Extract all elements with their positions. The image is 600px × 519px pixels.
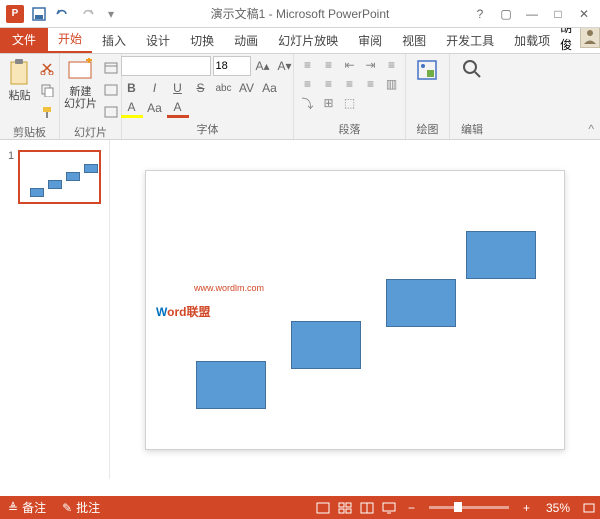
ribbon: 粘贴 剪贴板 新建 幻灯片 幻灯片 xyxy=(0,54,600,140)
drawing-button[interactable] xyxy=(411,56,445,86)
slide-canvas[interactable]: www.wordlm.com Word联盟 xyxy=(110,140,600,479)
watermark-url: www.wordlm.com xyxy=(194,283,264,293)
group-font: 字体 xyxy=(128,119,287,139)
slide-thumbnail-1[interactable] xyxy=(18,150,101,204)
qat-more[interactable]: ▾ xyxy=(100,3,122,25)
grow-font-button[interactable]: A▴ xyxy=(253,56,273,76)
shape-rect-1[interactable] xyxy=(196,361,266,409)
editing-button[interactable] xyxy=(457,56,487,82)
smartart-button[interactable]: ⬚ xyxy=(340,94,360,112)
thumb-number: 1 xyxy=(8,150,14,204)
tab-review[interactable]: 审阅 xyxy=(348,28,392,53)
redo-button[interactable] xyxy=(76,3,98,25)
bullets-button[interactable]: ≡ xyxy=(298,56,318,74)
reading-view-button[interactable] xyxy=(356,498,378,518)
indent-inc-button[interactable]: ⇥ xyxy=(361,56,381,74)
shrink-font-button[interactable]: A▾ xyxy=(275,56,295,76)
slide[interactable]: www.wordlm.com Word联盟 xyxy=(145,170,565,450)
zoom-slider[interactable] xyxy=(429,506,509,509)
group-paragraph: 段落 xyxy=(300,119,399,139)
reset-button[interactable] xyxy=(101,80,121,100)
zoom-out-button[interactable]: − xyxy=(400,501,423,515)
tab-animations[interactable]: 动画 xyxy=(224,28,268,53)
slide-thumbnails: 1 xyxy=(0,140,110,479)
group-slides: 幻灯片 xyxy=(66,122,115,142)
shape-rect-4[interactable] xyxy=(466,231,536,279)
shape-rect-3[interactable] xyxy=(386,279,456,327)
save-button[interactable] xyxy=(28,3,50,25)
fit-button[interactable] xyxy=(578,498,600,518)
font-size-combo[interactable] xyxy=(213,56,251,76)
align-text-button[interactable]: ⊞ xyxy=(319,94,339,112)
align-left-button[interactable]: ≡ xyxy=(298,75,318,93)
zoom-in-button[interactable]: + xyxy=(515,501,538,515)
app-icon: P xyxy=(4,3,26,25)
format-painter-button[interactable] xyxy=(37,102,57,122)
ribbon-options[interactable]: ▢ xyxy=(494,4,518,24)
window-title: 演示文稿1 - Microsoft PowerPoint xyxy=(211,5,390,22)
collapse-ribbon-button[interactable]: ^ xyxy=(588,122,594,136)
normal-view-button[interactable] xyxy=(312,498,334,518)
watermark-logo: Word联盟 xyxy=(156,291,210,323)
close-button[interactable]: ✕ xyxy=(572,4,596,24)
maximize-button[interactable]: □ xyxy=(546,4,570,24)
tab-design[interactable]: 设计 xyxy=(136,28,180,53)
minimize-button[interactable]: — xyxy=(520,4,544,24)
font-color-button[interactable]: A xyxy=(167,98,189,118)
shape-rect-2[interactable] xyxy=(291,321,361,369)
justify-button[interactable]: ≡ xyxy=(361,75,381,93)
tab-view[interactable]: 视图 xyxy=(392,28,436,53)
new-slide-button[interactable]: 新建 幻灯片 xyxy=(60,56,101,122)
ribbon-tabs: 文件 开始 插入 设计 切换 动画 幻灯片放映 审阅 视图 开发工具 加载项 胡… xyxy=(0,28,600,54)
tab-file[interactable]: 文件 xyxy=(0,26,48,53)
change-case-button[interactable]: Aa xyxy=(144,98,166,118)
columns-button[interactable]: ▥ xyxy=(382,75,402,93)
layout-button[interactable] xyxy=(101,58,121,78)
group-editing: 编辑 xyxy=(456,119,488,139)
tab-addins[interactable]: 加载项 xyxy=(504,28,560,53)
shadow-button[interactable]: abc xyxy=(213,78,235,98)
line-spacing-button[interactable]: ≡ xyxy=(382,56,402,74)
clear-format-button[interactable]: Aa xyxy=(259,78,281,98)
undo-button[interactable] xyxy=(52,3,74,25)
tab-slideshow[interactable]: 幻灯片放映 xyxy=(268,28,348,53)
group-clipboard: 剪贴板 xyxy=(6,122,53,142)
slideshow-view-button[interactable] xyxy=(378,498,400,518)
group-drawing: 绘图 xyxy=(412,119,443,139)
tab-developer[interactable]: 开发工具 xyxy=(436,28,504,53)
tab-home[interactable]: 开始 xyxy=(48,26,92,53)
paste-button[interactable]: 粘贴 xyxy=(3,56,37,122)
tab-transitions[interactable]: 切换 xyxy=(180,28,224,53)
indent-dec-button[interactable]: ⇤ xyxy=(340,56,360,74)
sorter-view-button[interactable] xyxy=(334,498,356,518)
highlight-button[interactable]: A xyxy=(121,98,143,118)
tab-insert[interactable]: 插入 xyxy=(92,28,136,53)
text-direction-button[interactable]: ⤵ xyxy=(298,94,318,112)
underline-button[interactable]: U xyxy=(167,78,189,98)
italic-button[interactable]: I xyxy=(144,78,166,98)
align-center-button[interactable]: ≡ xyxy=(319,75,339,93)
spacing-button[interactable]: AV xyxy=(236,78,258,98)
help-button[interactable]: ? xyxy=(468,4,492,24)
font-family-combo[interactable] xyxy=(121,56,211,76)
zoom-level[interactable]: 35% xyxy=(538,501,578,515)
status-bar: ≜备注 ✎批注 − + 35% xyxy=(0,496,600,519)
section-button[interactable] xyxy=(101,102,121,122)
align-right-button[interactable]: ≡ xyxy=(340,75,360,93)
cut-button[interactable] xyxy=(37,58,57,78)
strike-button[interactable]: S xyxy=(190,78,212,98)
numbering-button[interactable]: ≡ xyxy=(319,56,339,74)
notes-button[interactable]: ≜备注 xyxy=(0,499,54,516)
copy-button[interactable] xyxy=(37,80,57,100)
bold-button[interactable]: B xyxy=(121,78,143,98)
comments-button[interactable]: ✎批注 xyxy=(54,499,108,516)
